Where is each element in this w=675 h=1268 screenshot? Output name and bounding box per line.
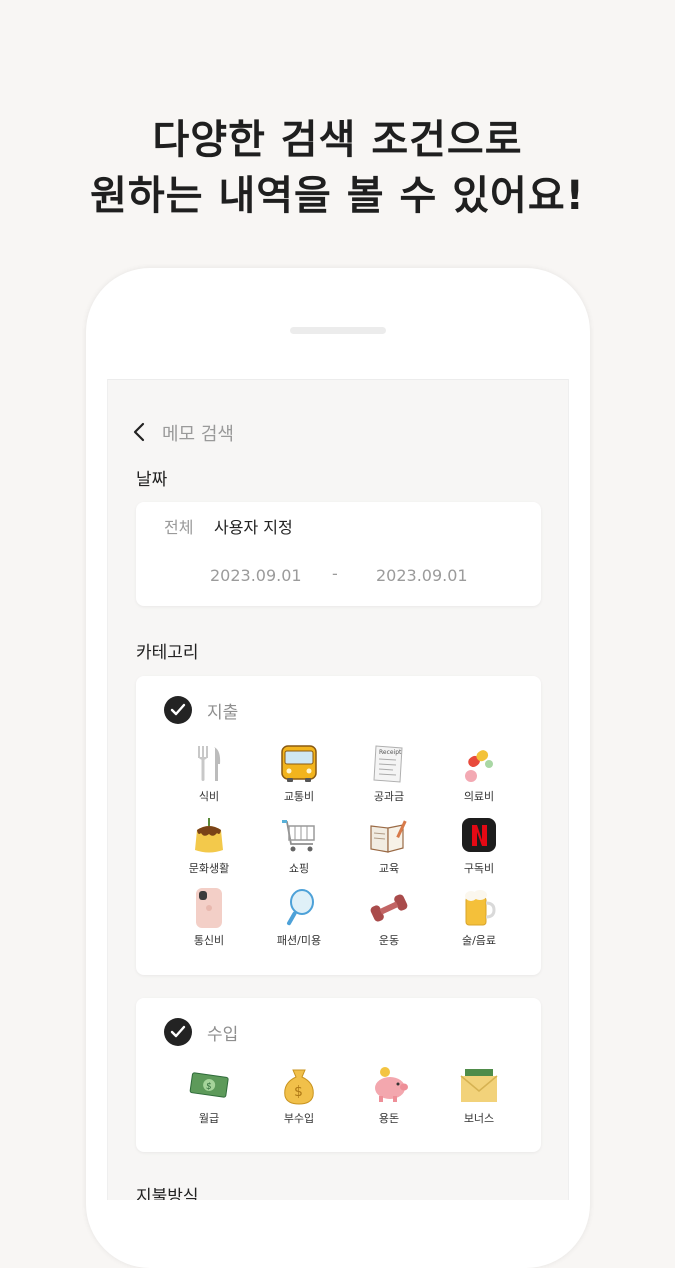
category-bonus[interactable]: 보너스: [434, 1066, 524, 1132]
category-utilities[interactable]: Receipt 공과금: [344, 744, 434, 810]
category-label: 공과금: [373, 790, 405, 803]
category-label: 쇼핑: [288, 862, 310, 875]
category-education[interactable]: 교육: [344, 816, 434, 882]
end-date-field[interactable]: 2023.09.01: [376, 566, 468, 585]
netflix-icon: [459, 816, 499, 856]
category-label: 통신비: [193, 934, 225, 947]
start-date-field[interactable]: 2023.09.01: [210, 566, 302, 585]
top-bar: 메모 검색: [108, 410, 568, 454]
promo-headline: 다양한 검색 조건으로 원하는 내역을 볼 수 있어요!: [0, 112, 675, 224]
headline-line-2: 원하는 내역을 볼 수 있어요!: [90, 173, 585, 219]
check-circle-icon: [164, 696, 192, 724]
category-fashion[interactable]: 패션/미용: [254, 888, 344, 954]
category-label: 운동: [378, 934, 400, 947]
category-label: 식비: [198, 790, 220, 803]
range-all-tab[interactable]: 전체: [164, 514, 193, 538]
category-section-label: 카테고리: [136, 643, 199, 663]
category-label: 문화생활: [188, 862, 230, 875]
category-label: 구독비: [463, 862, 495, 875]
category-drinks[interactable]: 술/음료: [434, 888, 524, 954]
category-allowance[interactable]: 용돈: [344, 1066, 434, 1132]
back-arrow-icon[interactable]: [130, 422, 150, 442]
category-side-income[interactable]: $ 부수입: [254, 1066, 344, 1132]
category-transport[interactable]: 교통비: [254, 744, 344, 810]
category-medical[interactable]: 의료비: [434, 744, 524, 810]
svg-text:$: $: [294, 1084, 303, 1100]
beer-icon: [459, 888, 499, 928]
svg-text:Receipt: Receipt: [379, 749, 402, 756]
memo-search-screen: 메모 검색 날짜 전체 사용자 지정 2023.09.01 - 2023.09.…: [107, 379, 569, 1200]
bus-icon: [279, 744, 319, 784]
income-title: 수입: [207, 1025, 239, 1045]
phone-speaker: [290, 327, 386, 334]
date-card: 전체 사용자 지정 2023.09.01 - 2023.09.01: [136, 502, 541, 606]
category-culture[interactable]: 문화생활: [164, 816, 254, 882]
headline-line-1: 다양한 검색 조건으로: [152, 117, 523, 163]
pill-icon: [459, 744, 499, 784]
category-label: 용돈: [378, 1112, 400, 1125]
payment-section-label: 지불방식: [136, 1187, 199, 1200]
category-salary[interactable]: $ 월급: [164, 1066, 254, 1132]
category-label: 패션/미용: [276, 934, 322, 947]
category-food[interactable]: 식비: [164, 744, 254, 810]
category-label: 술/음료: [461, 934, 497, 947]
category-exercise[interactable]: 운동: [344, 888, 434, 954]
category-label: 월급: [198, 1112, 220, 1125]
hand-mirror-icon: [279, 888, 319, 928]
category-telecom[interactable]: 통신비: [164, 888, 254, 954]
category-label: 교육: [378, 862, 400, 875]
income-category-card: 수입 $ 월급 $ 부수입 용돈 보너스: [136, 998, 541, 1152]
category-subscription[interactable]: 구독비: [434, 816, 524, 882]
money-envelope-icon: [459, 1066, 499, 1106]
fork-knife-icon: [189, 744, 229, 784]
expense-category-card: 지출 식비 교통비 Receipt 공과금 의료비 문화생활 쇼핑 교육 구독비…: [136, 676, 541, 975]
receipt-icon: Receipt: [369, 744, 409, 784]
dumbbell-icon: [369, 888, 409, 928]
banknote-icon: $: [189, 1066, 229, 1106]
expense-title: 지출: [207, 703, 239, 723]
book-icon: [369, 816, 409, 856]
range-custom-tab[interactable]: 사용자 지정: [214, 514, 293, 538]
category-label: 부수입: [283, 1112, 315, 1125]
category-label: 의료비: [463, 790, 495, 803]
date-section-label: 날짜: [136, 470, 168, 490]
page-title: 메모 검색: [162, 424, 234, 445]
category-shopping[interactable]: 쇼핑: [254, 816, 344, 882]
category-label: 교통비: [283, 790, 315, 803]
check-circle-icon: [164, 1018, 192, 1046]
category-label: 보너스: [463, 1112, 495, 1125]
piggy-bank-icon: [369, 1066, 409, 1106]
money-bag-icon: $: [279, 1066, 319, 1106]
phone-icon: [189, 888, 229, 928]
date-separator: -: [332, 564, 338, 583]
pudding-icon: [189, 816, 229, 856]
shopping-cart-icon: [279, 816, 319, 856]
